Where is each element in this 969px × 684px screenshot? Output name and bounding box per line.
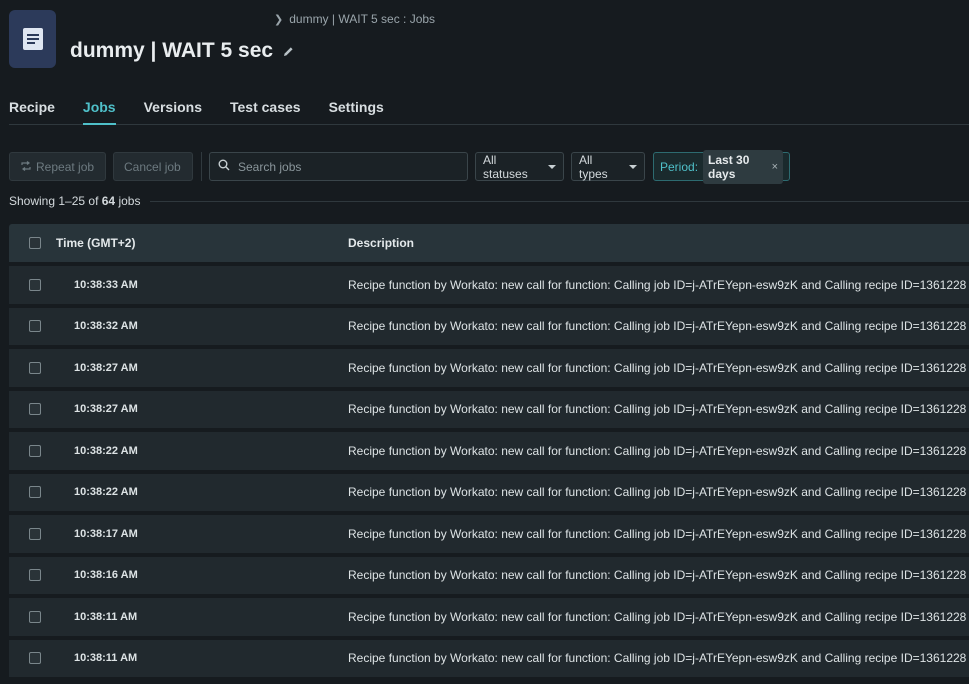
row-time: 10:38:27 AM [74, 403, 138, 416]
row-time: 10:38:22 AM [74, 486, 138, 499]
breadcrumb-label[interactable]: dummy | WAIT 5 sec : Jobs [289, 12, 435, 26]
table-header: Time (GMT+2) Description [9, 224, 969, 262]
chevron-right-icon: ❯ [274, 13, 284, 26]
jobs-toolbar: Repeat job Cancel job All statuses All t… [9, 149, 790, 184]
row-time: 10:38:32 AM [74, 320, 138, 333]
row-time: 10:38:33 AM [74, 278, 138, 291]
period-value: Last 30 days [708, 152, 750, 181]
row-description[interactable]: Recipe function by Workato: new call for… [348, 651, 966, 665]
breadcrumb[interactable]: ❯ dummy | WAIT 5 sec : Jobs [274, 12, 435, 26]
row-description[interactable]: Recipe function by Workato: new call for… [348, 485, 966, 499]
table-row[interactable]: 10:38:16 AM Recipe function by Workato: n… [9, 556, 969, 594]
table-row[interactable]: 10:38:17 AM Recipe function by Workato: n… [9, 515, 969, 553]
caret-down-icon [548, 164, 556, 169]
select-all-checkbox[interactable] [29, 237, 41, 249]
close-icon[interactable]: × [772, 161, 778, 173]
page-header: ❯ dummy | WAIT 5 sec : Jobs dummy | WAIT… [0, 0, 969, 90]
row-description[interactable]: Recipe function by Workato: new call for… [348, 319, 966, 333]
tab-versions[interactable]: Versions [144, 90, 202, 125]
table-row[interactable]: 10:38:11 AM Recipe function by Workato: n… [9, 598, 969, 636]
row-checkbox[interactable] [29, 486, 41, 499]
tab-recipe[interactable]: Recipe [9, 90, 55, 125]
search-input[interactable] [236, 158, 456, 175]
tab-bar: Recipe Jobs Versions Test cases Settings [9, 90, 969, 125]
row-description[interactable]: Recipe function by Workato: new call for… [348, 361, 966, 375]
row-time: 10:38:11 AM [74, 652, 138, 665]
row-checkbox[interactable] [29, 278, 41, 291]
page-title-text: dummy | WAIT 5 sec [70, 39, 274, 62]
row-time: 10:38:11 AM [74, 610, 138, 623]
cancel-job-label: Cancel job [124, 159, 181, 174]
page-title: dummy | WAIT 5 sec [70, 39, 294, 63]
status-filter-select[interactable]: All statuses [475, 152, 564, 181]
type-filter-value: All types [579, 152, 608, 181]
cancel-job-button[interactable]: Cancel job [113, 152, 193, 181]
row-description[interactable]: Recipe function by Workato: new call for… [348, 402, 966, 416]
tab-test-cases[interactable]: Test cases [230, 90, 301, 125]
summary-prefix: Showing 1–25 of [9, 194, 102, 208]
row-checkbox[interactable] [29, 527, 41, 540]
row-description[interactable]: Recipe function by Workato: new call for… [348, 278, 966, 292]
summary-suffix: jobs [115, 194, 141, 208]
row-time: 10:38:27 AM [74, 361, 138, 374]
caret-down-icon [629, 164, 637, 169]
results-summary: Showing 1–25 of 64 jobs [9, 194, 969, 208]
row-description[interactable]: Recipe function by Workato: new call for… [348, 527, 966, 541]
summary-divider [150, 200, 969, 202]
period-label: Period: [660, 159, 699, 174]
tab-settings[interactable]: Settings [329, 90, 384, 125]
summary-total: 64 [101, 194, 116, 208]
row-checkbox[interactable] [29, 444, 41, 457]
type-filter-select[interactable]: All types [571, 152, 645, 181]
toolbar-divider [201, 152, 202, 181]
row-checkbox[interactable] [29, 610, 41, 623]
pencil-icon[interactable] [283, 46, 294, 57]
row-checkbox[interactable] [29, 569, 41, 582]
tab-jobs[interactable]: Jobs [82, 90, 116, 125]
header-description: Description [348, 236, 415, 250]
repeat-icon [20, 160, 32, 174]
row-time: 10:38:22 AM [74, 444, 138, 457]
row-time: 10:38:16 AM [74, 569, 138, 582]
table-row[interactable]: 10:38:27 AM Recipe function by Workato: n… [9, 390, 969, 428]
table-row[interactable]: 10:38:33 AM Recipe function by Workato: n… [9, 266, 969, 304]
repeat-job-label: Repeat job [36, 159, 95, 174]
table-row[interactable]: 10:38:27 AM Recipe function by Workato: n… [9, 349, 969, 387]
row-checkbox[interactable] [29, 652, 41, 665]
search-box[interactable] [209, 152, 468, 181]
table-row[interactable]: 10:38:22 AM Recipe function by Workato: n… [9, 473, 969, 511]
document-icon [9, 10, 56, 68]
row-description[interactable]: Recipe function by Workato: new call for… [348, 568, 966, 582]
period-filter[interactable]: Period: Last 30 days × [653, 149, 790, 184]
row-checkbox[interactable] [29, 403, 41, 416]
header-time[interactable]: Time (GMT+2) [56, 236, 348, 250]
row-checkbox[interactable] [29, 361, 41, 374]
repeat-job-button[interactable]: Repeat job [9, 152, 106, 181]
status-filter-value: All statuses [483, 152, 528, 181]
table-row[interactable]: 10:38:32 AM Recipe function by Workato: n… [9, 307, 969, 345]
search-icon [218, 158, 230, 176]
row-description[interactable]: Recipe function by Workato: new call for… [348, 610, 966, 624]
table-row[interactable]: 10:38:22 AM Recipe function by Workato: n… [9, 432, 969, 470]
row-checkbox[interactable] [29, 320, 41, 333]
period-chip[interactable]: Last 30 days × [703, 149, 783, 184]
row-time: 10:38:17 AM [74, 527, 138, 540]
jobs-table: Time (GMT+2) Description 10:38:33 AM Reci… [9, 224, 969, 677]
row-description[interactable]: Recipe function by Workato: new call for… [348, 444, 966, 458]
table-row[interactable]: 10:38:11 AM Recipe function by Workato: n… [9, 639, 969, 677]
